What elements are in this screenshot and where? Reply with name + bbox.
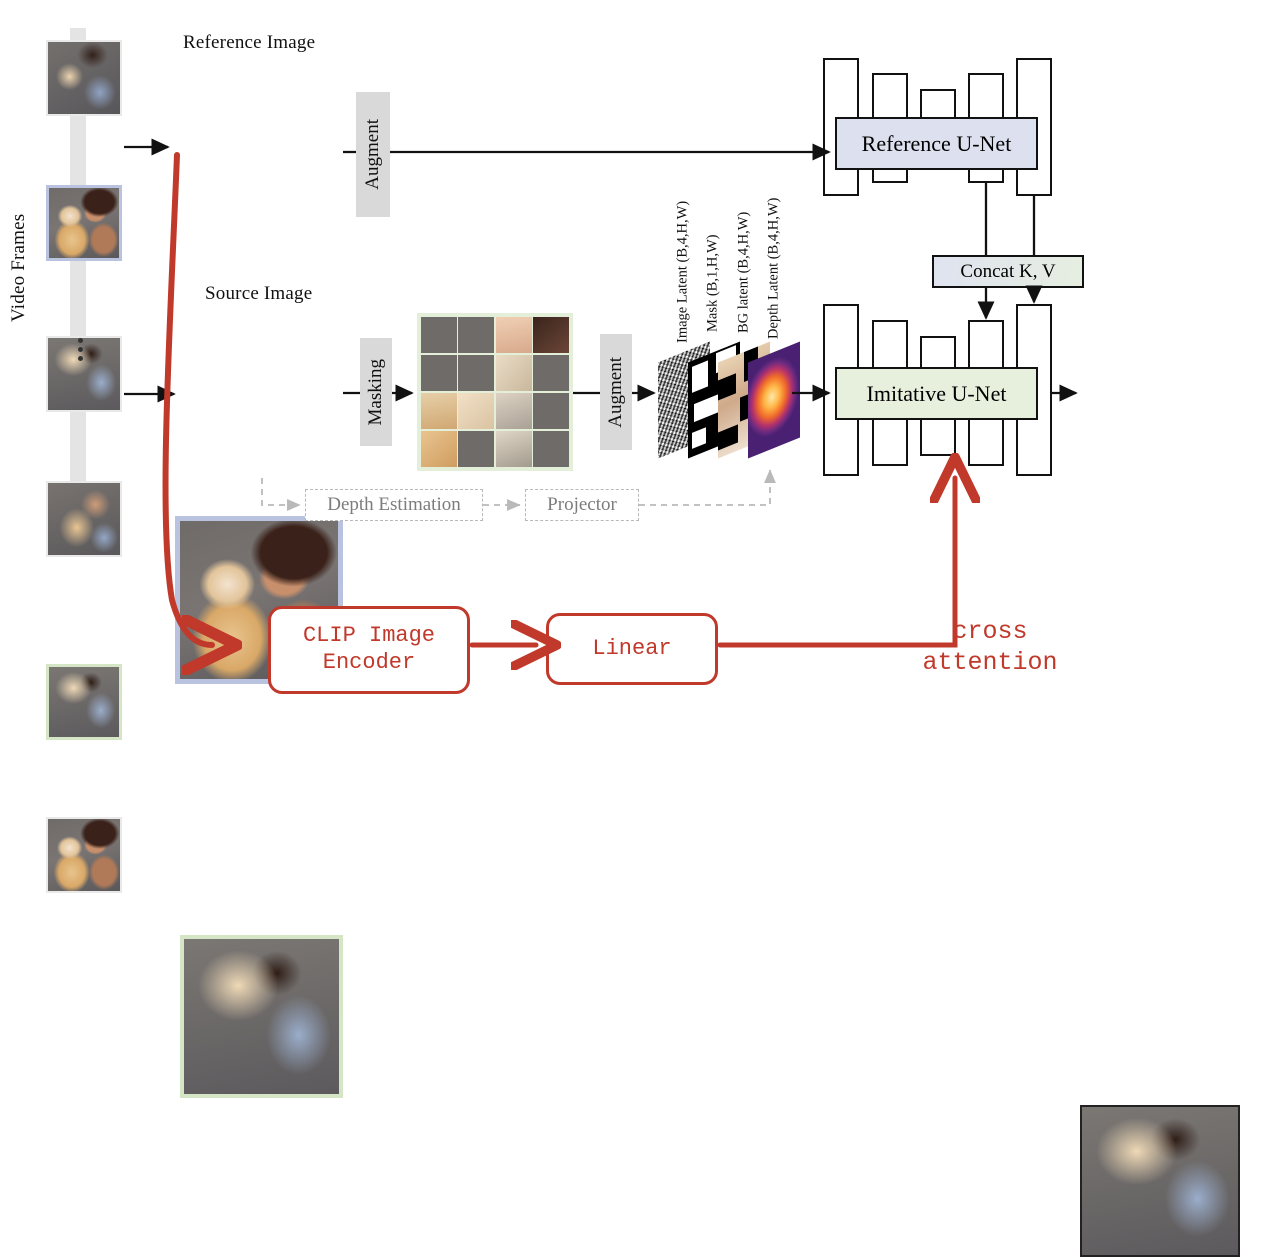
list-item[interactable] (46, 664, 122, 740)
visible-patch (495, 317, 532, 354)
augment-top-box[interactable]: Augment (356, 92, 390, 217)
augment-bottom-box[interactable]: Augment (600, 334, 632, 450)
list-item[interactable] (46, 185, 122, 261)
visible-patch (533, 317, 569, 354)
masked-patch (533, 354, 569, 392)
latent-label-3: Depth Latent (B,4,H,W) (763, 188, 785, 348)
masked-patch (458, 354, 495, 392)
latent-label-0-text: Image Latent (B,4,H,W) (674, 200, 691, 344)
list-item[interactable] (46, 817, 122, 893)
latent-label-2-text: BG latent (B,4,H,W) (735, 211, 752, 333)
reference-image-caption: Reference Image (183, 32, 316, 53)
masked-patch-grid[interactable] (417, 313, 573, 471)
projector-label: Projector (547, 494, 617, 515)
cross-attention-line2: attention (922, 648, 1058, 678)
imitative-unet-label: Imitative U-Net (866, 380, 1007, 406)
reference-unet-label-box[interactable]: Reference U-Net (835, 117, 1038, 170)
list-item[interactable] (46, 336, 122, 412)
concat-kv-label: Concat K, V (960, 260, 1056, 282)
clip-encoder-label-line1: CLIP Image (302, 623, 436, 649)
masking-label: Masking (365, 358, 386, 426)
clip-image-encoder-box[interactable]: CLIP Image Encoder (268, 606, 470, 694)
masked-patch (533, 430, 569, 467)
masked-patch (421, 354, 457, 392)
depth-estimation-box[interactable]: Depth Estimation (305, 489, 483, 521)
latent-label-2: BG latent (B,4,H,W) (733, 196, 755, 348)
linear-box[interactable]: Linear (546, 613, 718, 685)
linear-label: Linear (592, 635, 672, 661)
frames-ellipsis (78, 338, 83, 361)
latent-label-1: Mask (B,1,H,W) (702, 218, 724, 348)
masked-patch (533, 392, 569, 430)
depth-latent-layer (748, 341, 800, 459)
masked-patch (458, 317, 495, 354)
cross-attention-label: cross attention (890, 616, 1090, 679)
masked-patch (458, 430, 495, 467)
augment-top-label: Augment (362, 119, 383, 190)
latent-label-1-text: Mask (B,1,H,W) (704, 234, 721, 332)
concat-kv-box[interactable]: Concat K, V (932, 255, 1084, 288)
visible-patch (421, 392, 457, 430)
visible-patch (495, 392, 532, 430)
figure-canvas: Video Frames Reference Image Augment Sou… (0, 0, 1280, 1257)
source-image[interactable] (180, 935, 343, 1098)
reference-unet-label: Reference U-Net (861, 130, 1012, 156)
latent-label-0: Image Latent (B,4,H,W) (672, 196, 694, 348)
latent-label-3-text: Depth Latent (B,4,H,W) (765, 197, 782, 339)
clip-encoder-label-line2: Encoder (322, 650, 416, 675)
depth-estimation-label: Depth Estimation (327, 494, 461, 515)
output-image[interactable] (1080, 1105, 1240, 1257)
augment-bottom-label: Augment (605, 356, 626, 428)
source-image-caption: Source Image (205, 283, 313, 304)
visible-patch (495, 430, 532, 467)
list-item[interactable] (46, 481, 122, 557)
cross-attention-line1: cross (952, 617, 1028, 646)
visible-patch (421, 430, 457, 467)
imitative-unet-label-box[interactable]: Imitative U-Net (835, 367, 1038, 420)
list-item[interactable] (46, 40, 122, 116)
visible-patch (495, 354, 532, 392)
masking-box[interactable]: Masking (360, 338, 392, 446)
projector-box[interactable]: Projector (525, 489, 639, 521)
masked-patch (421, 317, 457, 354)
visible-patch (458, 392, 495, 430)
video-frames-label: Video Frames (8, 213, 29, 323)
